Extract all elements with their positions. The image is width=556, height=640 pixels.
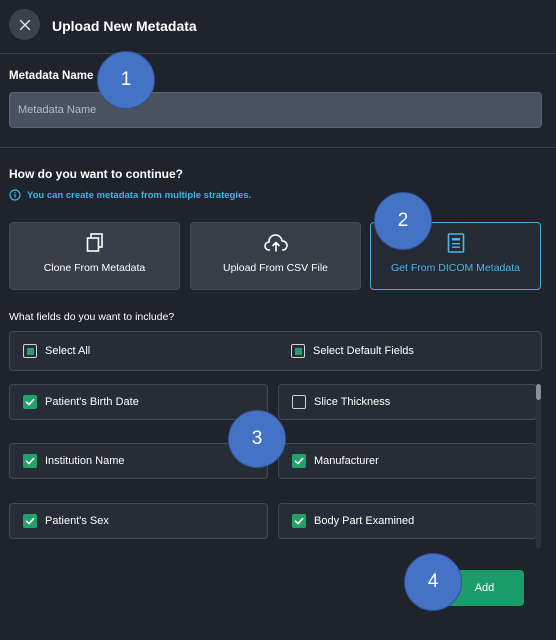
upload-csv-label: Upload From CSV File [222, 262, 329, 274]
close-icon [19, 19, 30, 30]
clone-from-metadata-option[interactable]: Clone From Metadata [9, 222, 180, 290]
strategy-info: You can create metadata from multiple st… [9, 189, 251, 201]
upload-csv-option[interactable]: Upload From CSV File [190, 222, 361, 290]
section-divider [0, 147, 556, 148]
checkbox-checked-icon [23, 514, 37, 528]
field-label: Institution Name [45, 455, 125, 467]
select-default-fields-checkbox[interactable]: Select Default Fields [291, 344, 414, 358]
partial-check-icon [23, 344, 37, 358]
checkbox-checked-icon [292, 454, 306, 468]
field-label: Slice Thickness [314, 396, 391, 408]
strategy-title: How do you want to continue? [9, 167, 183, 181]
close-button[interactable] [9, 9, 40, 40]
annotation-marker-4: 4 [404, 553, 462, 611]
strategy-info-text: You can create metadata from multiple st… [27, 189, 252, 201]
field-body-part-examined[interactable]: Body Part Examined [278, 503, 537, 539]
annotation-marker-2: 2 [374, 192, 432, 250]
field-manufacturer[interactable]: Manufacturer [278, 443, 537, 479]
field-patients-sex[interactable]: Patient's Sex [9, 503, 268, 539]
field-label: Patient's Birth Date [45, 396, 139, 408]
copy-icon [86, 233, 103, 252]
fields-title: What fields do you want to include? [9, 311, 175, 323]
checkbox-unchecked-icon [292, 395, 306, 409]
select-all-checkbox[interactable]: Select All [23, 344, 90, 358]
fields-scrollbar[interactable] [536, 384, 541, 549]
field-slice-thickness[interactable]: Slice Thickness [278, 384, 537, 420]
metadata-name-label: Metadata Name [9, 70, 94, 82]
field-label: Manufacturer [314, 455, 379, 467]
field-label: Patient's Sex [45, 515, 109, 527]
document-icon [447, 233, 464, 253]
field-patients-birth-date[interactable]: Patient's Birth Date [9, 384, 268, 420]
info-icon [9, 189, 21, 201]
metadata-name-input[interactable] [9, 92, 542, 128]
partial-check-icon [291, 344, 305, 358]
dicom-metadata-label: Get From DICOM Metadata [391, 262, 520, 274]
select-all-label: Select All [45, 345, 91, 357]
dialog-header: Upload New Metadata [0, 0, 556, 54]
annotation-marker-3: 3 [228, 410, 286, 468]
checkbox-checked-icon [23, 395, 37, 409]
annotation-marker-1: 1 [97, 51, 155, 109]
cloud-upload-icon [263, 234, 288, 252]
scrollbar-thumb[interactable] [536, 384, 541, 400]
checkbox-checked-icon [292, 514, 306, 528]
dialog-title: Upload New Metadata [52, 18, 197, 34]
clone-from-metadata-label: Clone From Metadata [43, 262, 146, 274]
field-label: Body Part Examined [314, 515, 415, 527]
select-default-fields-label: Select Default Fields [313, 345, 414, 357]
checkbox-checked-icon [23, 454, 37, 468]
select-options-bar: Select All Select Default Fields [9, 331, 542, 371]
